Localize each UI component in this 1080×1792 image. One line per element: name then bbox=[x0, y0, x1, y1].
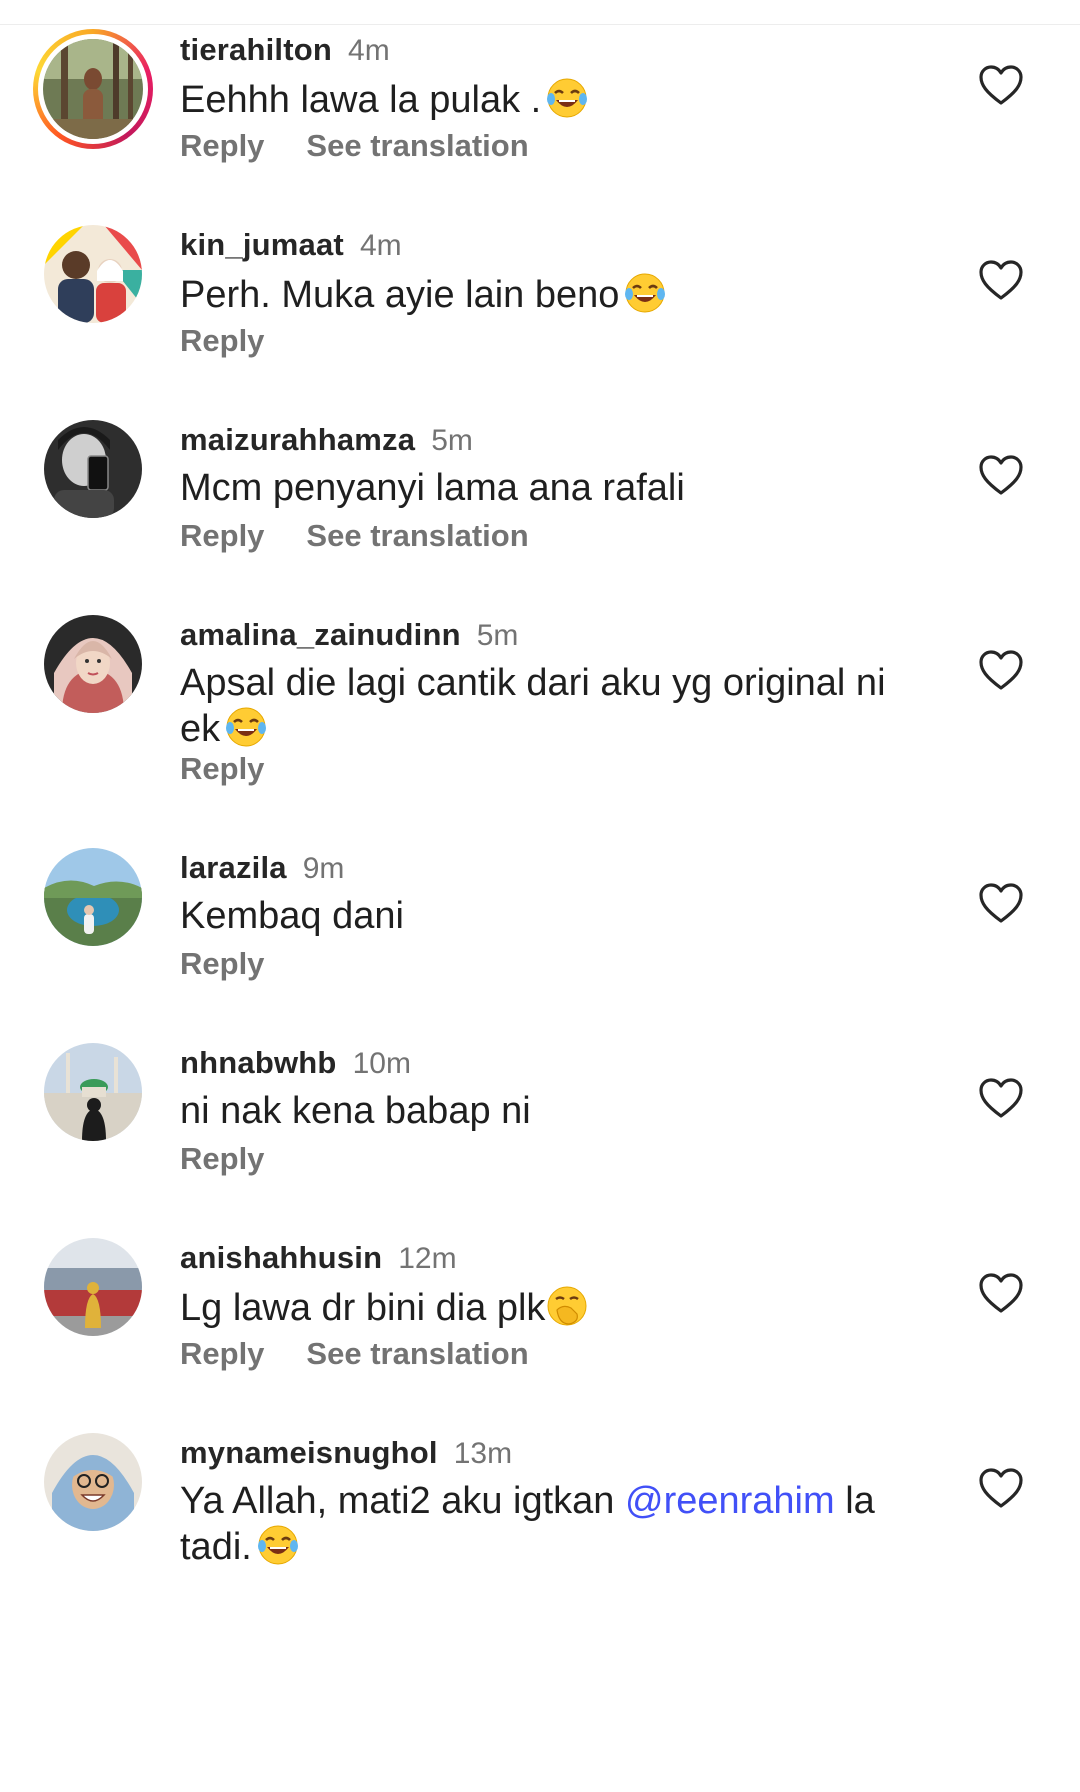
comment-username[interactable]: amalina_zainudinn bbox=[180, 617, 461, 652]
comment-time: 5m bbox=[476, 619, 519, 652]
reply-button[interactable]: Reply bbox=[180, 751, 264, 786]
comment-username[interactable]: maizurahhamza bbox=[180, 422, 415, 457]
avatar bbox=[43, 39, 143, 139]
see-translation-button[interactable]: See translation bbox=[306, 518, 528, 553]
see-translation-button[interactable]: See translation bbox=[306, 128, 528, 163]
avatar[interactable] bbox=[44, 615, 142, 713]
heart-outline-icon[interactable] bbox=[978, 882, 1024, 924]
comment-text: Apsal die lagi cantik dari aku yg origin… bbox=[180, 662, 886, 750]
face-with-tears-of-joy-icon bbox=[226, 707, 267, 747]
heart-outline-icon[interactable] bbox=[978, 1272, 1024, 1314]
avatar[interactable] bbox=[44, 1238, 142, 1336]
comment-time: 5m bbox=[431, 424, 473, 457]
avatar-story-ring[interactable] bbox=[33, 29, 153, 149]
avatar[interactable] bbox=[44, 1433, 142, 1531]
comment-time: 13m bbox=[453, 1437, 513, 1470]
heart-outline-icon[interactable] bbox=[978, 1077, 1024, 1119]
heart-outline-icon[interactable] bbox=[978, 259, 1024, 301]
comment-text: ni nak kena babap ni bbox=[180, 1090, 531, 1132]
reply-button[interactable]: Reply bbox=[180, 946, 264, 981]
comment-username[interactable]: tierahilton bbox=[180, 32, 332, 67]
see-translation-button[interactable]: See translation bbox=[306, 1336, 528, 1371]
comment-username[interactable]: anishahhusin bbox=[180, 1240, 382, 1275]
comment-text: Ya Allah, mati2 aku igtkan @reenrahim la… bbox=[180, 1480, 875, 1568]
face-with-hand-over-mouth-icon bbox=[547, 1286, 587, 1326]
comment-username[interactable]: mynameisnughol bbox=[180, 1435, 438, 1470]
heart-outline-icon[interactable] bbox=[978, 649, 1024, 691]
comment-time: 4m bbox=[348, 34, 390, 67]
mention-link[interactable]: @reenrahim bbox=[625, 1480, 835, 1522]
face-with-tears-of-joy-icon bbox=[547, 78, 588, 118]
comment-text: Eehhh lawa la pulak . bbox=[180, 76, 920, 122]
face-with-tears-of-joy-icon bbox=[625, 273, 666, 313]
comment-text: Kembaq dani bbox=[180, 895, 404, 937]
reply-button[interactable]: Reply bbox=[180, 518, 264, 553]
avatar[interactable] bbox=[44, 420, 142, 518]
comment-text: Lg lawa dr bini dia plk bbox=[180, 1284, 920, 1330]
reply-button[interactable]: Reply bbox=[180, 1336, 264, 1371]
comment-time: 12m bbox=[398, 1242, 457, 1275]
reply-button[interactable]: Reply bbox=[180, 128, 264, 163]
comment-time: 10m bbox=[352, 1047, 411, 1080]
face-with-tears-of-joy-icon bbox=[257, 1525, 298, 1565]
avatar[interactable] bbox=[44, 848, 142, 946]
comment-username[interactable]: nhnabwhb bbox=[180, 1045, 337, 1080]
comment-time: 4m bbox=[359, 229, 402, 262]
avatar[interactable] bbox=[44, 225, 142, 323]
comment-text: Mcm penyanyi lama ana rafali bbox=[180, 467, 685, 509]
heart-outline-icon[interactable] bbox=[978, 1467, 1024, 1509]
top-divider bbox=[0, 0, 1080, 25]
reply-button[interactable]: Reply bbox=[180, 323, 264, 358]
comment-time: 9m bbox=[302, 852, 345, 885]
heart-outline-icon[interactable] bbox=[978, 454, 1024, 496]
comment-username[interactable]: larazila bbox=[180, 850, 287, 885]
reply-button[interactable]: Reply bbox=[180, 1141, 264, 1176]
comment-username[interactable]: kin_jumaat bbox=[180, 227, 344, 262]
avatar[interactable] bbox=[44, 1043, 142, 1141]
comment-text: Perh. Muka ayie lain beno bbox=[180, 271, 920, 317]
heart-outline-icon[interactable] bbox=[978, 64, 1024, 106]
